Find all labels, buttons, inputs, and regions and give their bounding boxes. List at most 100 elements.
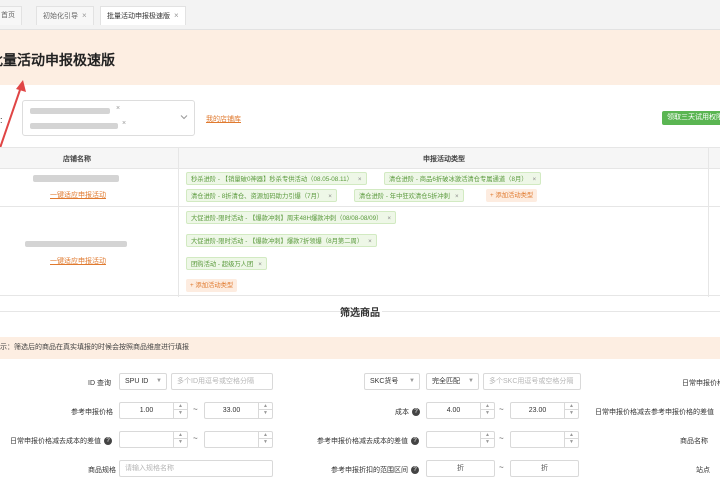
decrement-icon[interactable]: ▼ xyxy=(174,439,187,446)
activity-tag: 清仓进阶 - 8折清仓、资源加码助力引爆（7月） × xyxy=(186,189,337,202)
decrement-icon[interactable]: ▼ xyxy=(481,410,494,417)
daily-minus-cost-min-input[interactable]: ▲ ▼ xyxy=(119,431,188,448)
product-name-label: 商品名称 xyxy=(680,438,708,445)
range-separator: ~ xyxy=(193,434,198,443)
activity-tag: 大促进阶-限时活动 - 【爆款冲刺】周末48H爆款冲刺（08/08-08/09）… xyxy=(186,211,397,224)
ref-minus-cost-label: 参考申报价格减去成本的差值? xyxy=(317,436,419,446)
column-header-activity-type: 申报活动类型 xyxy=(423,156,465,163)
page-title: 批量活动申报极速版 xyxy=(0,52,115,68)
id-type-select[interactable]: SPU ID ▼ xyxy=(119,373,167,390)
chevron-down-icon: ▼ xyxy=(468,378,474,384)
increment-icon[interactable]: ▲ xyxy=(565,403,578,410)
activity-tag: 清仓进阶 - 商品6折破冰激活清仓专属通道（8月） × xyxy=(384,172,542,185)
close-icon[interactable]: × xyxy=(82,11,87,20)
close-icon[interactable]: × xyxy=(328,193,332,200)
activity-tag: 清仓进阶 - 年中狂欢清仓5折冲刺 × xyxy=(354,189,464,202)
range-separator: ~ xyxy=(193,405,198,414)
close-icon[interactable]: × xyxy=(174,11,179,20)
skc-type-select[interactable]: SKC货号 ▼ xyxy=(364,373,420,390)
close-icon[interactable]: × xyxy=(533,176,537,183)
decrement-icon[interactable]: ▼ xyxy=(565,439,578,446)
shop-select[interactable]: × × xyxy=(22,100,195,136)
decrement-icon[interactable]: ▼ xyxy=(174,410,187,417)
close-icon[interactable]: × xyxy=(387,215,391,222)
ref-price-label: 参考申报价格 xyxy=(71,409,113,416)
decrement-icon[interactable]: ▼ xyxy=(259,410,272,417)
column-header-shop: 店铺名称 xyxy=(63,156,91,163)
chevron-down-icon: ▼ xyxy=(409,378,415,384)
chevron-down-icon xyxy=(180,115,188,120)
tab-home[interactable]: 首页 xyxy=(0,6,22,25)
close-icon[interactable]: × xyxy=(358,176,362,183)
tab-bar: 首页 初始化引导 × 批量活动申报极速版 × xyxy=(0,0,720,30)
help-icon[interactable]: ? xyxy=(104,437,112,446)
column-divider xyxy=(178,148,179,297)
activity-table: 店铺名称 申报活动类型 一键适应申报活动 秒杀进阶 - 【销量破0神器】秒杀专供… xyxy=(0,147,720,297)
shop-name xyxy=(33,175,119,182)
increment-icon[interactable]: ▲ xyxy=(259,432,272,439)
one-click-apply-link[interactable]: 一键适应申报活动 xyxy=(50,256,106,266)
shop-name xyxy=(25,241,127,247)
my-shop-library-link[interactable]: 我的店铺库 xyxy=(206,114,241,124)
notice-banner: 示：筛选后的商品在真实填报的时候会按照商品维度进行填报 xyxy=(0,337,720,359)
discount-min-input[interactable]: 折 xyxy=(426,460,495,477)
one-click-apply-link[interactable]: 一键适应申报活动 xyxy=(50,190,106,200)
help-icon[interactable]: ? xyxy=(411,437,419,446)
increment-icon[interactable]: ▲ xyxy=(174,403,187,410)
table-header: 店铺名称 申报活动类型 xyxy=(0,148,720,169)
add-activity-type-button[interactable]: + 添加活动类型 xyxy=(486,189,538,202)
selected-shop-chip xyxy=(30,123,118,129)
ref-minus-cost-max-input[interactable]: ▲ ▼ xyxy=(510,431,579,448)
ref-minus-cost-min-input[interactable]: ▲ ▼ xyxy=(426,431,495,448)
decrement-icon[interactable]: ▼ xyxy=(481,439,494,446)
range-separator: ~ xyxy=(499,463,504,472)
skc-query-input[interactable]: 多个SKC用逗号或空格分隔 xyxy=(483,373,581,390)
increment-icon[interactable]: ▲ xyxy=(481,432,494,439)
id-query-label: ID 查询 xyxy=(88,380,111,387)
spec-label: 商品规格 xyxy=(88,467,116,474)
close-icon[interactable]: × xyxy=(116,105,120,112)
discount-range-label: 参考申报折扣的范围区间? xyxy=(331,465,419,475)
increment-icon[interactable]: ▲ xyxy=(174,432,187,439)
ref-price-max-input[interactable]: 33.00 ▲ ▼ xyxy=(204,402,273,419)
activity-tag: 团购活动 - 超级万人团 × xyxy=(186,257,267,270)
daily-minus-ref-label: 日常申报价格减去参考申报价格的差值 xyxy=(595,409,714,416)
cost-max-input[interactable]: 23.00 ▲ ▼ xyxy=(510,402,579,419)
daily-minus-cost-label: 日常申报价格减去成本的差值? xyxy=(10,436,112,446)
close-icon[interactable]: × xyxy=(122,120,126,127)
close-icon[interactable]: × xyxy=(368,238,372,245)
add-activity-type-button[interactable]: + 添加活动类型 xyxy=(186,279,238,292)
daily-price-label: 日常申报价格 xyxy=(682,380,720,387)
daily-minus-cost-max-input[interactable]: ▲ ▼ xyxy=(204,431,273,448)
help-icon[interactable]: ? xyxy=(412,408,420,417)
help-icon[interactable]: ? xyxy=(411,466,419,475)
site-label: 站点 xyxy=(696,467,710,474)
increment-icon[interactable]: ▲ xyxy=(565,432,578,439)
activity-tag: 秒杀进阶 - 【销量破0神器】秒杀专供活动（08.05-08.11） × xyxy=(186,172,367,185)
decrement-icon[interactable]: ▼ xyxy=(565,410,578,417)
cost-min-input[interactable]: 4.00 ▲ ▼ xyxy=(426,402,495,419)
tab-batch-activity[interactable]: 批量活动申报极速版 × xyxy=(100,6,186,25)
filter-label-colon: : xyxy=(0,115,3,125)
spec-input[interactable]: 请输入规格名称 xyxy=(119,460,273,477)
increment-icon[interactable]: ▲ xyxy=(481,403,494,410)
column-divider xyxy=(708,148,709,297)
cost-label: 成本? xyxy=(395,407,420,417)
discount-max-input[interactable]: 折 xyxy=(510,460,579,477)
selected-shop-chip xyxy=(30,108,110,114)
close-icon[interactable]: × xyxy=(258,261,262,268)
match-type-select[interactable]: 完全匹配 ▼ xyxy=(426,373,479,390)
increment-icon[interactable]: ▲ xyxy=(259,403,272,410)
chevron-down-icon: ▼ xyxy=(156,378,162,384)
section-title: 筛选商品 xyxy=(340,308,380,319)
activity-tag: 大促进阶-限时活动 - 【爆款冲刺】爆款7折领爆（8月第二周） × xyxy=(186,234,377,247)
trial-permission-button[interactable]: 领取三天试用权限 xyxy=(662,111,720,125)
id-query-input[interactable]: 多个ID用逗号或空格分隔 xyxy=(171,373,273,390)
decrement-icon[interactable]: ▼ xyxy=(259,439,272,446)
range-separator: ~ xyxy=(499,405,504,414)
close-icon[interactable]: × xyxy=(455,193,459,200)
range-separator: ~ xyxy=(499,434,504,443)
tab-init-guide[interactable]: 初始化引导 × xyxy=(36,6,94,25)
ref-price-min-input[interactable]: 1.00 ▲ ▼ xyxy=(119,402,188,419)
row-divider xyxy=(0,206,720,207)
